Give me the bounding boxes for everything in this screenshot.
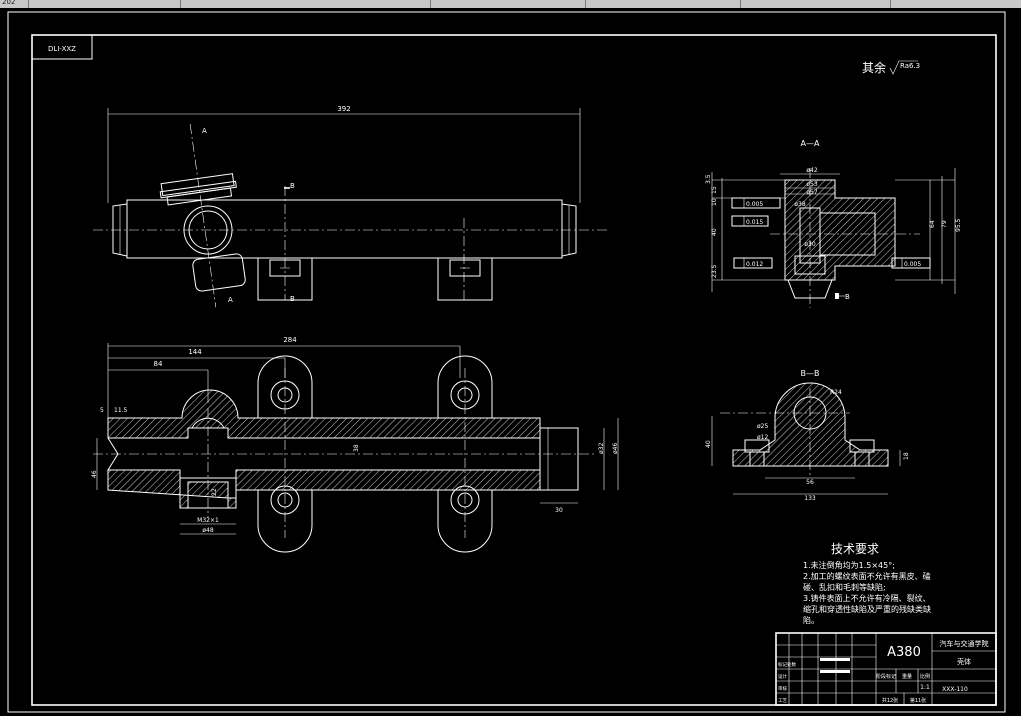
bb-dim-133: 133 [804, 495, 816, 502]
dim-22: 22 [211, 488, 218, 496]
top-view: 392 B B A A [93, 105, 608, 308]
aa-dim-95-5: 95.5 [955, 218, 962, 232]
tech-item-6: 陷。 [803, 615, 819, 625]
section-aa-view: A—A ø42 ø53 ø57 ø38 ø30 3.5 10 15 40 23.… [705, 139, 962, 308]
tolerance-frame-3: 0.012 [733, 257, 773, 269]
tech-requirements: 技术要求 1.未注倒角均为1.5×45°; 2.加工的螺纹表面不允许有黑皮、磕 … [803, 542, 931, 625]
tech-item-4: 3.铸件表面上不允许有冷隔、裂纹、 [803, 593, 931, 603]
dim-392: 392 [337, 105, 350, 113]
aa-dim-phi38: ø38 [794, 201, 805, 208]
bb-dim-56: 56 [806, 479, 814, 486]
datum-b-marker: B [835, 293, 850, 301]
dim-phi48: ø48 [202, 527, 213, 534]
sheet-number: 第11张 [910, 697, 926, 704]
dim-phi32: ø32 [598, 443, 605, 454]
svg-text:B: B [845, 293, 850, 301]
tech-item-5: 缩孔和穿透性缺陷及严重的残缺类缺 [803, 604, 931, 614]
material: A380 [887, 645, 921, 660]
row-design: 设计 [778, 673, 787, 680]
aa-dim-79: 79 [941, 220, 948, 228]
tolerance-frame-4: 0.005 [891, 257, 931, 269]
svg-text:0.005: 0.005 [746, 201, 763, 208]
header-stage: 阶段标记 [876, 673, 896, 680]
dim-46: 46 [91, 470, 98, 478]
bb-dim-40: 40 [705, 440, 712, 448]
section-bb-title: B—B [801, 369, 820, 378]
toolbar-text: 202 [2, 0, 16, 6]
bb-dim-18: 18 [903, 452, 910, 460]
dim-11-5: 11.5 [114, 407, 128, 414]
sheet-total: 共12张 [882, 697, 898, 704]
tech-requirements-title: 技术要求 [831, 542, 879, 556]
application-toolbar: 202 [0, 0, 1021, 8]
tolerance-frame-2: 0.015 [731, 215, 769, 227]
aa-dim-40: 40 [711, 228, 718, 236]
row-process: 工艺 [778, 698, 787, 704]
aa-dim-phi53: ø53 [806, 181, 817, 188]
bb-dim-phi25: ø25 [757, 423, 768, 430]
aa-dim-64: 64 [929, 220, 936, 228]
bb-dim-phi12: ø12 [757, 434, 768, 441]
row-mark: 标记处数 [778, 661, 796, 668]
row-review: 审核 [778, 685, 787, 692]
section-mark-b-bottom: B [290, 295, 295, 303]
dim-thread: M32×1 [197, 517, 219, 524]
drawing-code-box: DLI-XXZ [31, 34, 93, 60]
aa-dim-15: 15 [711, 186, 718, 194]
section-mark-a-bottom: A [228, 296, 233, 304]
header-scale: 比例 [920, 673, 930, 680]
aa-dim-phi57: ø57 [806, 189, 817, 196]
surface-finish-label: 其余 [862, 60, 886, 75]
drawing-number: XXX-110 [942, 686, 968, 693]
front-section-view: 284 144 84 5 11.5 38 46 ø32 ø46 30 22 M3… [91, 336, 619, 553]
drawing-code: DLI-XXZ [48, 45, 76, 53]
title-block: A380 汽车与交通学院 壳体 XXX-110 阶段标记 重量 比例 1:1 共… [775, 632, 997, 706]
dim-84: 84 [154, 360, 163, 368]
dim-144: 144 [188, 348, 202, 356]
tech-item-3: 碰、乱扣和毛刺等缺陷; [803, 582, 886, 592]
surface-finish-value: Ra6.3 [900, 62, 920, 70]
header-weight: 重量 [902, 673, 912, 680]
section-bb-view: B—B 40 56 133 R24 ø25 ø12 18 [705, 369, 910, 502]
section-mark-b-top: B [290, 182, 295, 190]
cad-drawing[interactable]: DLI-XXZ 其余 Ra6.3 392 B B A A 284 144 84 … [0, 8, 1021, 716]
school-name: 汽车与交通学院 [940, 639, 989, 648]
section-mark-a-top: A [202, 127, 207, 135]
tech-item-2: 2.加工的螺纹表面不允许有黑皮、磕 [803, 571, 931, 581]
scale: 1:1 [920, 684, 930, 691]
svg-text:0.012: 0.012 [746, 261, 763, 268]
aa-dim-23-5: 23.5 [711, 264, 718, 278]
dim-phi46: ø46 [612, 443, 619, 454]
dim-center: 38 [353, 444, 360, 452]
dim-30: 30 [555, 507, 563, 514]
aa-dim-10: 10 [711, 198, 718, 206]
svg-text:0.005: 0.005 [904, 261, 921, 268]
tolerance-frame-1: 0.005 [731, 197, 781, 209]
tech-item-1: 1.未注倒角均为1.5×45°; [803, 560, 895, 570]
aa-dim-phi30: ø30 [804, 241, 815, 248]
part-name: 壳体 [957, 657, 971, 666]
bb-dim-r24: R24 [830, 389, 842, 396]
surface-finish-note: 其余 Ra6.3 [862, 60, 920, 75]
dim-284: 284 [283, 336, 297, 344]
svg-text:0.015: 0.015 [746, 219, 763, 226]
section-aa-title: A—A [801, 139, 820, 148]
dim-5: 5 [100, 407, 104, 414]
aa-dim-phi42: ø42 [806, 167, 817, 174]
aa-dim-3-5: 3.5 [705, 174, 712, 184]
